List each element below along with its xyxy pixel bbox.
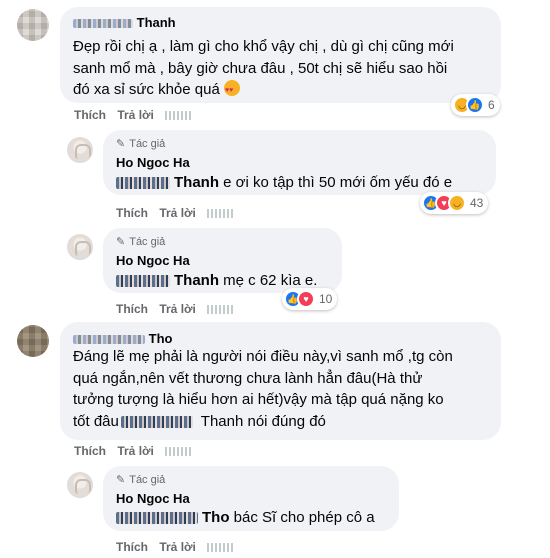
comment-line: đó xa sỉ sức khỏe quá xyxy=(73,81,220,98)
mention-link[interactable]: Thanh xyxy=(174,272,219,289)
comment-body: bác Sĩ cho phép cô a xyxy=(233,509,375,526)
pen-icon: ✎ xyxy=(116,236,126,248)
reaction-count: 10 xyxy=(319,292,333,306)
heart-eyes-emoji-icon xyxy=(223,80,240,102)
like-button[interactable]: Thích xyxy=(116,540,148,554)
comment-actions: Thích Trả lời xyxy=(74,108,201,122)
mention-link[interactable]: Tho xyxy=(202,509,230,526)
comment-line: Thanh nói đúng đó xyxy=(200,412,326,430)
comment-line: Đẹp rồi chị ạ , làm gì cho khổ vậy chị ,… xyxy=(73,38,454,55)
reaction-count: 6 xyxy=(488,98,495,112)
avatar[interactable] xyxy=(67,472,93,498)
comment-line: tốt đâu xyxy=(73,412,119,430)
comment-line: tưởng tượng là hiểu hơn ai hết)vậy mà tậ… xyxy=(73,391,444,408)
like-reaction-icon: 👍 xyxy=(466,96,484,114)
comment-author[interactable]: Ho Ngoc Ha xyxy=(116,491,190,506)
author-badge-label: Tác giả xyxy=(129,235,166,248)
redacted-name xyxy=(73,19,133,29)
redacted-timestamp xyxy=(207,209,236,219)
author-name-text: Tho xyxy=(148,331,173,346)
author-badge: ✎ Tác giả xyxy=(116,137,166,151)
redacted-mention xyxy=(116,275,170,288)
redacted-timestamp xyxy=(165,447,194,457)
comment-text: Đáng lẽ mẹ phải là người nói điều này,vì… xyxy=(73,346,453,432)
avatar[interactable] xyxy=(67,137,93,163)
mention-link[interactable]: Thanh xyxy=(174,174,219,191)
comment-author[interactable]: Tho xyxy=(73,331,172,346)
comment-body: mẹ c 62 kìa e. xyxy=(223,272,318,289)
redacted-timestamp xyxy=(165,111,194,121)
comment-author[interactable]: Ho Ngoc Ha xyxy=(116,253,190,268)
avatar[interactable] xyxy=(17,325,49,357)
reply-button[interactable]: Trả lời xyxy=(159,206,196,220)
comment-line: Đáng lẽ mẹ phải là người nói điều này,vì… xyxy=(73,348,453,365)
comment-actions: Thích Trả lời xyxy=(116,540,243,554)
reply-button[interactable]: Trả lời xyxy=(159,540,196,554)
comment-actions: Thích Trả lời xyxy=(116,302,243,316)
redacted-timestamp xyxy=(207,305,236,315)
redacted-mention xyxy=(120,415,193,428)
author-badge-label: Tác giả xyxy=(129,473,166,486)
reply-button[interactable]: Trả lời xyxy=(117,444,154,458)
pen-icon: ✎ xyxy=(116,474,126,486)
redacted-timestamp xyxy=(207,543,236,553)
love-reaction-icon: ♥ xyxy=(297,290,315,308)
comment-text: Tho bác Sĩ cho phép cô a xyxy=(116,507,375,529)
reply-button[interactable]: Trả lời xyxy=(159,302,196,316)
comment-line: sanh mổ mà , bây giờ chưa đâu , 50t chị … xyxy=(73,59,448,77)
avatar[interactable] xyxy=(67,234,93,260)
comment-line: quá ngắn,nên vết thương chưa lành hẳn đâ… xyxy=(73,369,423,387)
redacted-mention xyxy=(116,177,170,190)
comment-text: Đẹp rồi chị ạ , làm gì cho khổ vậy chị ,… xyxy=(73,36,454,102)
comment-text: Thanh e ơi ko tập thì 50 mới ốm yếu đó e xyxy=(116,172,452,194)
like-button[interactable]: Thích xyxy=(74,108,106,122)
comment-author[interactable]: Thanh xyxy=(73,15,176,30)
like-button[interactable]: Thích xyxy=(74,444,106,458)
comment-actions: Thích Trả lời xyxy=(74,444,201,458)
like-button[interactable]: Thích xyxy=(116,302,148,316)
author-name-text: Thanh xyxy=(136,15,176,30)
author-badge: ✎ Tác giả xyxy=(116,473,166,487)
avatar[interactable] xyxy=(17,9,49,41)
redacted-mention xyxy=(116,512,198,525)
like-button[interactable]: Thích xyxy=(116,206,148,220)
comment-body: e ơi ko tập thì 50 mới ốm yếu đó e xyxy=(223,174,453,191)
reply-button[interactable]: Trả lời xyxy=(117,108,154,122)
reaction-summary[interactable]: 👍 ♥ 10 xyxy=(282,288,338,310)
comment-actions: Thích Trả lời xyxy=(116,206,243,220)
reaction-count: 43 xyxy=(470,196,484,210)
redacted-name xyxy=(73,335,145,345)
author-badge-label: Tác giả xyxy=(129,137,166,150)
pen-icon: ✎ xyxy=(116,138,126,150)
author-badge: ✎ Tác giả xyxy=(116,235,166,249)
comment-author[interactable]: Ho Ngoc Ha xyxy=(116,155,190,170)
reaction-summary[interactable]: ◡ 👍 6 xyxy=(451,94,500,116)
care-reaction-icon: ◡ xyxy=(448,194,466,212)
reaction-summary[interactable]: 👍 ♥ ◡ 43 xyxy=(420,192,489,214)
